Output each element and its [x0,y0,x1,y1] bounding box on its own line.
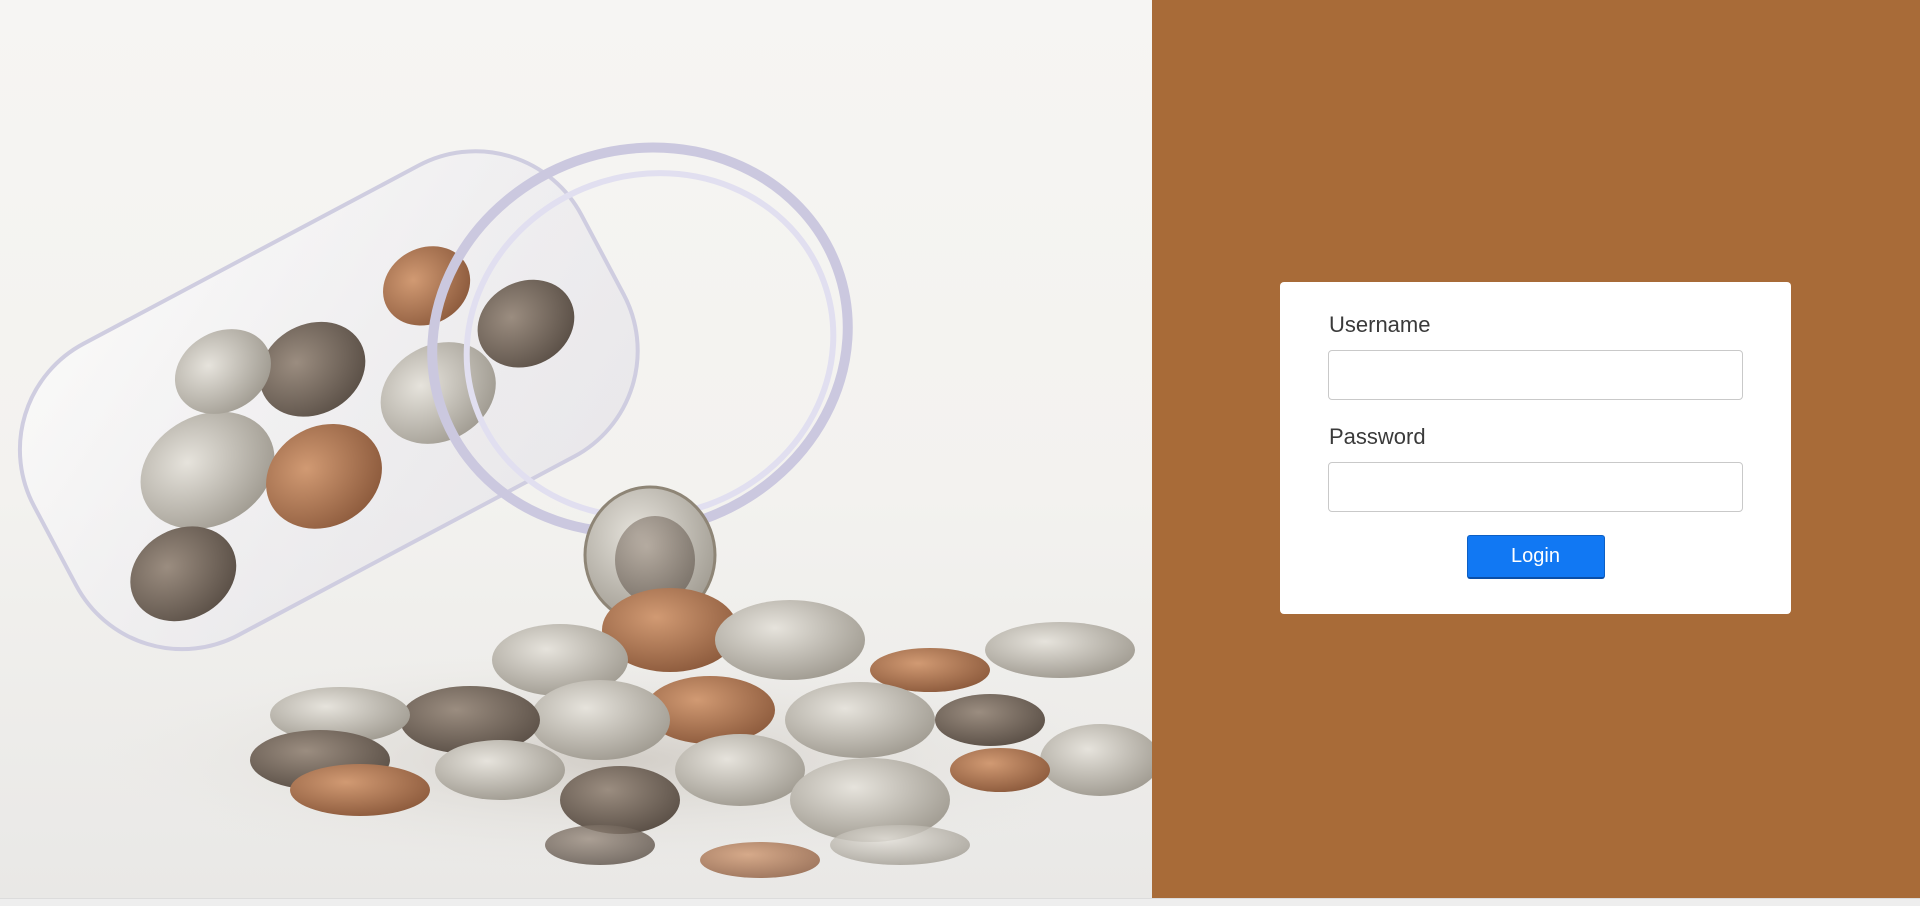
bottom-strip [0,898,1920,906]
login-button[interactable]: Login [1466,535,1605,579]
login-side-panel: Username Password Login [1152,0,1920,898]
username-input[interactable] [1328,350,1743,400]
coin-jar-icon [17,142,1152,878]
password-input[interactable] [1328,462,1743,512]
username-label: Username [1329,312,1431,337]
login-form: Username Password Login [1280,282,1791,614]
login-page: Username Password Login [0,0,1920,906]
password-label: Password [1329,424,1426,449]
hero-image [0,0,1152,898]
